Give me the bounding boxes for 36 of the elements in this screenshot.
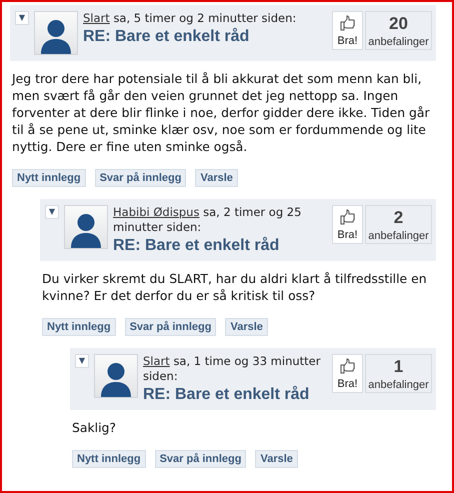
collapse-toggle[interactable]: ▼ (45, 205, 59, 219)
thumbs-up-icon (340, 358, 355, 374)
like-button[interactable]: Bra! (332, 11, 363, 50)
post-byline: Habibi Ødispus sa, 2 timer og 25 minutter siden: (113, 205, 302, 235)
author-link[interactable]: Habibi Ødispus (113, 205, 200, 219)
new-post-button[interactable]: Nytt innlegg (12, 169, 86, 187)
recommendation-count: 1 anbefalinger (365, 354, 432, 393)
recommendation-count: 2 anbefalinger (365, 205, 432, 244)
author-link[interactable]: Slart (83, 11, 110, 25)
collapse-toggle[interactable]: ▼ (15, 11, 29, 25)
reply-button[interactable]: Svar på innlegg (154, 450, 246, 468)
report-button[interactable]: Varsle (225, 318, 268, 336)
new-post-button[interactable]: Nytt innlegg (42, 318, 116, 336)
post-title: RE: Bare et enkelt råd (113, 237, 280, 255)
post-byline: Slart sa, 5 timer og 2 minutter siden: (83, 11, 298, 26)
recommendation-count: 20 anbefalinger (365, 11, 432, 50)
post-text: Jeg tror dere har potensiale til å bli akkurat det som menn kan bli, men svært få går den veien grunnet det jeg nettopp sa. Ingen forventer at dere blir flinke i noe, derfor gidder dere ikke. Tiden går til å se pene ut, sminke klær osv, noe som er fordummende og lite nyttig. Dere er fine uten sminke også. (10, 70, 431, 155)
thumbs-up-icon (340, 15, 355, 31)
collapse-toggle[interactable]: ▼ (75, 354, 89, 368)
reply-button[interactable]: Svar på innlegg (124, 318, 216, 336)
person-silhouette-icon (39, 18, 73, 54)
post-text: Saklig? (71, 419, 117, 436)
post-title: RE: Bare et enkelt råd (143, 386, 310, 404)
new-post-button[interactable]: Nytt innlegg (72, 450, 146, 468)
person-silhouette-icon (69, 212, 103, 248)
like-button[interactable]: Bra! (332, 205, 363, 244)
post-text: Du virker skremt du SLART, har du aldri klart å tilfredsstille en kvinne? Er det derfor du er så kritisk til oss? (41, 270, 428, 304)
author-link[interactable]: Slart (143, 354, 170, 368)
post-title: RE: Bare et enkelt råd (83, 28, 250, 46)
post-byline: Slart sa, 1 time og 33 minutter siden: (143, 354, 322, 384)
like-button[interactable]: Bra! (332, 354, 363, 393)
reply-button[interactable]: Svar på innlegg (94, 169, 186, 187)
report-button[interactable]: Varsle (195, 169, 238, 187)
report-button[interactable]: Varsle (255, 450, 298, 468)
thumbs-up-icon (340, 209, 355, 225)
person-silhouette-icon (99, 361, 133, 397)
